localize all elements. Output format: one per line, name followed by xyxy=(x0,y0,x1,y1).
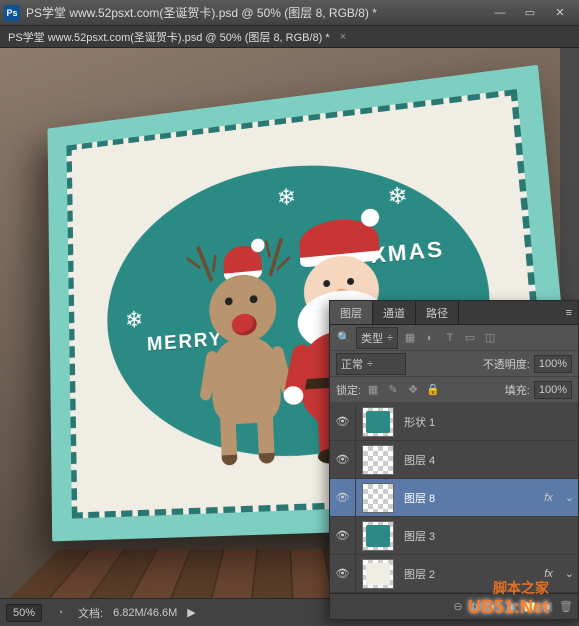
lock-move-icon[interactable]: ✥ xyxy=(405,382,421,398)
lock-label: 锁定: xyxy=(336,382,361,398)
blend-row: 正常÷ 不透明度: 100% xyxy=(330,351,578,377)
layer-name[interactable]: 图层 4 xyxy=(400,452,578,468)
visibility-toggle[interactable]: 👁 xyxy=(330,403,356,440)
panel-footer: ⊖ fx ◐ ▣ 📁 ▣ 🗑 xyxy=(330,593,578,619)
filter-row: 🔍 类型÷ ▦ ◐ T ▭ ◫ xyxy=(330,325,578,351)
lock-row: 锁定: ▦ ✎ ✥ 🔒 填充: 100% xyxy=(330,377,578,403)
minimize-button[interactable]: — xyxy=(485,3,515,23)
layer-row[interactable]: 👁 图层 8 fx⌄ xyxy=(330,479,578,517)
app-icon: Ps xyxy=(4,5,20,21)
layer-name[interactable]: 图层 2 xyxy=(400,566,536,582)
tab-layers[interactable]: 图层 xyxy=(330,301,373,324)
filter-kind-icon[interactable]: 🔍 xyxy=(336,330,352,346)
tab-channels[interactable]: 通道 xyxy=(373,301,416,324)
layer-fx-icon[interactable]: fx xyxy=(468,599,484,615)
fill-value[interactable]: 100% xyxy=(534,381,572,399)
maximize-button[interactable]: ▭ xyxy=(515,3,545,23)
opacity-value[interactable]: 100% xyxy=(534,355,572,373)
doc-size-value: 6.82M/46.6M xyxy=(113,607,177,619)
fill-label: 填充: xyxy=(505,382,530,398)
doc-size-label: 文档: xyxy=(78,605,103,621)
lock-transparent-icon[interactable]: ▦ xyxy=(365,382,381,398)
link-layers-icon[interactable]: ⊖ xyxy=(450,599,466,615)
filter-pixel-icon[interactable]: ▦ xyxy=(402,330,418,346)
tab-paths[interactable]: 路径 xyxy=(416,301,459,324)
new-adjustment-icon[interactable]: ▣ xyxy=(504,599,520,615)
document-tab[interactable]: PS学堂 www.52psxt.com(圣诞贺卡).psd @ 50% (图层 … xyxy=(0,26,579,48)
lock-all-icon[interactable]: 🔒 xyxy=(425,382,441,398)
visibility-toggle[interactable]: 👁 xyxy=(330,517,356,554)
panel-menu-icon[interactable]: ≡ xyxy=(560,307,578,319)
layer-thumbnail[interactable] xyxy=(362,559,394,589)
layer-thumbnail[interactable] xyxy=(362,521,394,551)
layer-thumbnail[interactable] xyxy=(362,445,394,475)
snowflake-icon: ❄ xyxy=(125,306,144,335)
filter-kind-select[interactable]: 类型÷ xyxy=(356,327,398,349)
new-layer-icon[interactable]: ▣ xyxy=(540,599,556,615)
visibility-toggle[interactable]: 👁 xyxy=(330,441,356,478)
layer-row[interactable]: 👁 形状 1 xyxy=(330,403,578,441)
snowflake-icon: ❄ xyxy=(276,183,297,213)
layer-name[interactable]: 图层 8 xyxy=(400,490,536,506)
layer-row[interactable]: 👁 图层 4 xyxy=(330,441,578,479)
visibility-toggle[interactable]: 👁 xyxy=(330,555,356,592)
filter-smart-icon[interactable]: ◫ xyxy=(482,330,498,346)
chevron-down-icon[interactable]: ⌄ xyxy=(561,491,578,504)
status-arrow-icon[interactable]: ▶ xyxy=(187,606,195,619)
layer-thumbnail[interactable] xyxy=(362,483,394,513)
status-icon[interactable]: ◔ xyxy=(52,605,68,621)
layer-fx-badge[interactable]: fx xyxy=(536,568,561,580)
delete-layer-icon[interactable]: 🗑 xyxy=(558,599,574,615)
layer-thumbnail[interactable] xyxy=(362,407,394,437)
panel-tab-bar: 图层 通道 路径 ≡ xyxy=(330,301,578,325)
window-titlebar: Ps PS学堂 www.52psxt.com(圣诞贺卡).psd @ 50% (… xyxy=(0,0,579,26)
visibility-toggle[interactable]: 👁 xyxy=(330,479,356,516)
layer-row[interactable]: 👁 图层 3 xyxy=(330,517,578,555)
layer-fx-badge[interactable]: fx xyxy=(536,492,561,504)
lock-brush-icon[interactable]: ✎ xyxy=(385,382,401,398)
document-tab-label: PS学堂 www.52psxt.com(圣诞贺卡).psd @ 50% (图层 … xyxy=(8,29,330,45)
new-group-icon[interactable]: 📁 xyxy=(522,599,538,615)
layer-list[interactable]: 👁 形状 1 👁 图层 4 👁 图层 8 fx⌄👁 图层 3 👁 图层 2 fx… xyxy=(330,403,578,593)
close-button[interactable]: ✕ xyxy=(545,3,575,23)
layers-panel: 图层 通道 路径 ≡ 🔍 类型÷ ▦ ◐ T ▭ ◫ 正常÷ 不透明度: 100… xyxy=(329,300,579,620)
blend-mode-select[interactable]: 正常÷ xyxy=(336,353,406,375)
layer-name[interactable]: 图层 3 xyxy=(400,528,578,544)
layer-row[interactable]: 👁 图层 2 fx⌄ xyxy=(330,555,578,593)
document-tab-close[interactable]: × xyxy=(340,31,346,43)
window-title: PS学堂 www.52psxt.com(圣诞贺卡).psd @ 50% (图层 … xyxy=(26,4,485,21)
layer-name[interactable]: 形状 1 xyxy=(400,414,578,430)
filter-shape-icon[interactable]: ▭ xyxy=(462,330,478,346)
filter-type-icon[interactable]: T xyxy=(442,330,458,346)
zoom-level[interactable]: 50% xyxy=(6,604,42,622)
filter-adjust-icon[interactable]: ◐ xyxy=(422,330,438,346)
opacity-label: 不透明度: xyxy=(483,356,530,372)
layer-mask-icon[interactable]: ◐ xyxy=(486,599,502,615)
chevron-down-icon[interactable]: ⌄ xyxy=(561,567,578,580)
